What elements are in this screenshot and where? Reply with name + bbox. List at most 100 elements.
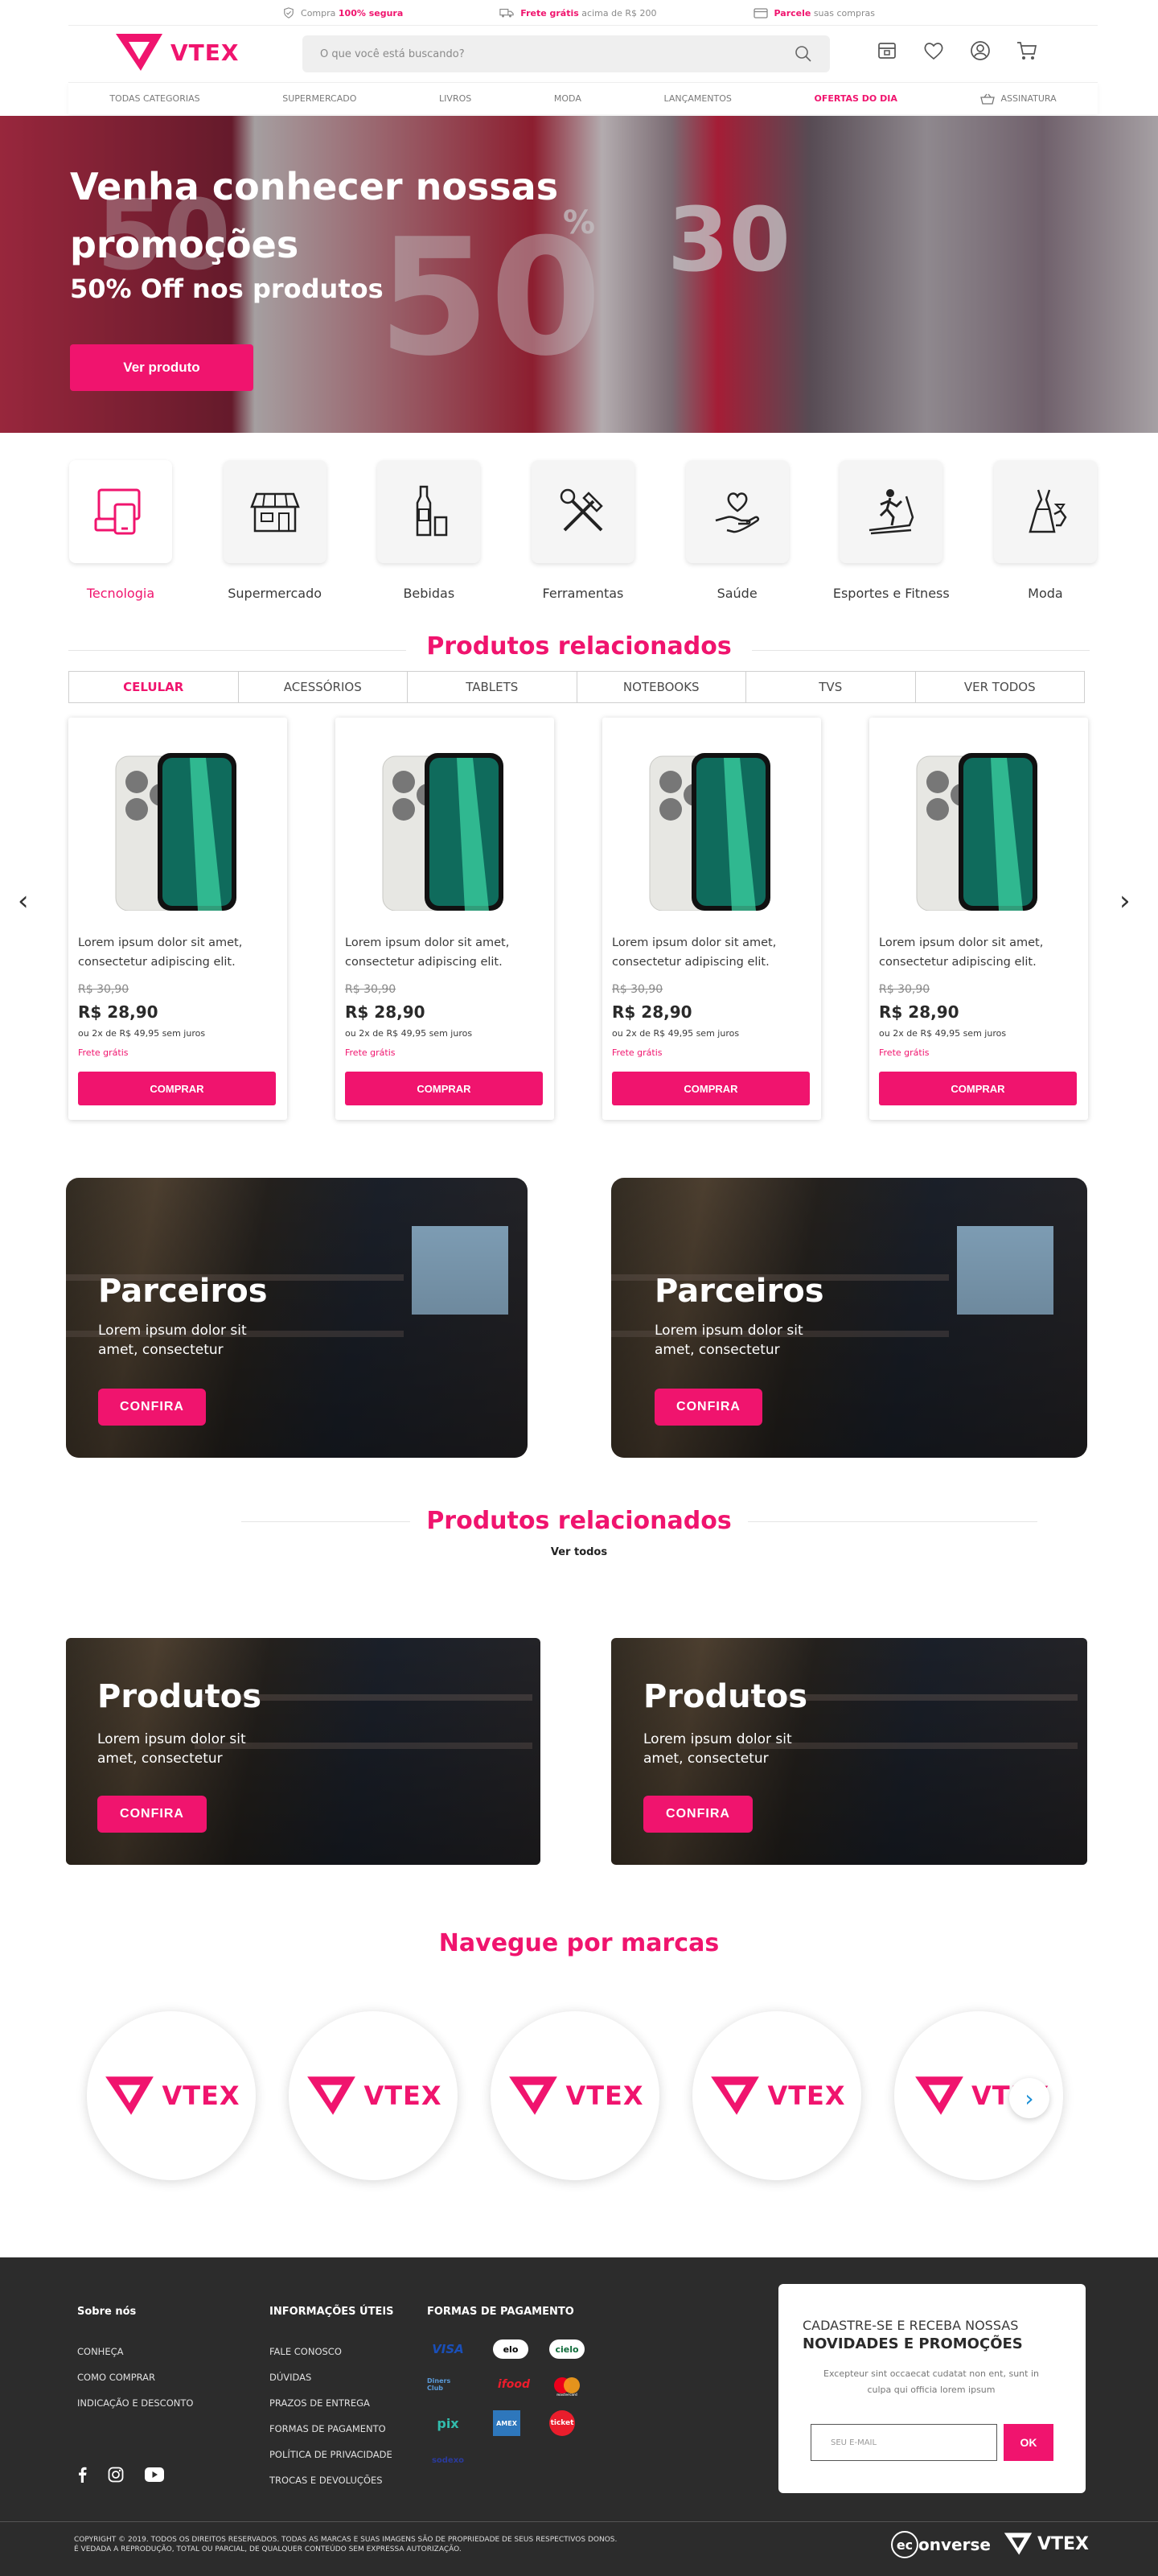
footer-link[interactable]: PRAZOS DE ENTREGA <box>269 2397 370 2409</box>
hero-cta-button[interactable]: Ver produto <box>70 344 253 391</box>
buy-button[interactable]: COMPRAR <box>78 1072 276 1105</box>
vtex-logo-icon <box>105 2076 154 2115</box>
category-sports-fitness[interactable]: Esportes e Fitness <box>833 460 950 601</box>
instagram-icon[interactable] <box>108 2467 124 2483</box>
email-input[interactable]: SEU E-MAIL <box>811 2424 997 2461</box>
product-shipping: Frete grátis <box>879 1047 930 1058</box>
nav-item-subscription[interactable]: ASSINATURA <box>979 93 1057 105</box>
footer-link[interactable]: DÚVIDAS <box>269 2372 311 2383</box>
brand-logo: VTEX <box>304 2073 441 2118</box>
vtex-logo-icon <box>1004 2533 1033 2555</box>
category-technology[interactable]: Tecnologia <box>68 460 173 601</box>
topbar-item-shipping: Frete grátis acima de R$ 200 <box>499 7 657 19</box>
footer-link[interactable]: FORMAS DE PAGAMENTO <box>269 2423 386 2434</box>
footer-heading: FORMAS DE PAGAMENTO <box>427 2306 574 2318</box>
nav-item-fashion[interactable]: MODA <box>554 93 581 104</box>
search-icon[interactable] <box>795 45 812 63</box>
products-banner[interactable]: Produtos Lorem ipsum dolor sit amet, con… <box>66 1638 540 1865</box>
user-icon[interactable] <box>968 39 992 63</box>
buy-button[interactable]: COMPRAR <box>345 1072 543 1105</box>
brand-item[interactable]: VTEX <box>692 2011 861 2180</box>
category-icon-box <box>377 460 481 563</box>
category-supermarket[interactable]: Supermercado <box>223 460 327 601</box>
footer-link[interactable]: POLÍTICA DE PRIVACIDADE <box>269 2449 392 2460</box>
tab-see-all[interactable]: VER TODOS <box>916 672 1085 702</box>
heart-icon[interactable] <box>922 39 946 63</box>
banner-cta-button[interactable]: CONFIRA <box>655 1389 762 1426</box>
newsletter-text: Excepteur sint occaecat cudatat non ent,… <box>823 2368 1039 2395</box>
topbar-item-secure: Compra 100% segura <box>283 7 403 19</box>
youtube-icon[interactable] <box>145 2467 164 2482</box>
brand-name: VTEX <box>162 2080 240 2111</box>
phone-image <box>382 753 503 911</box>
category-icon-box <box>685 460 789 563</box>
footer-link[interactable]: TROCAS E DEVOLUÇÕES <box>269 2475 383 2486</box>
newsletter-title: CADASTRE-SE E RECEBA NOSSAS <box>803 2318 1019 2333</box>
partner-banner[interactable]: Parceiros Lorem ipsum dolor sit amet, co… <box>66 1178 528 1458</box>
brands-next-arrow[interactable]: › <box>1009 2078 1049 2118</box>
products-banner[interactable]: Produtos Lorem ipsum dolor sit amet, con… <box>611 1638 1087 1865</box>
footer-link[interactable]: INDICAÇÃO E DESCONTO <box>77 2397 193 2409</box>
nav-item-launches[interactable]: LANÇAMENTOS <box>664 93 732 104</box>
topbar-text: acima de R$ 200 <box>578 7 657 19</box>
banner-text: Lorem ipsum dolor sit amet, consectetur <box>98 1323 247 1358</box>
category-label: Tecnologia <box>86 586 155 601</box>
facebook-icon[interactable] <box>77 2467 87 2483</box>
footer-link[interactable]: COMO COMPRAR <box>77 2372 155 2383</box>
product-card[interactable]: Lorem ipsum dolor sit amet, consectetur … <box>602 718 821 1120</box>
devices-icon <box>94 488 141 535</box>
carousel-next-arrow[interactable]: › <box>1119 885 1131 917</box>
category-list: Tecnologia Supermercado Bebidas Ferramen… <box>68 460 1098 601</box>
carousel-prev-arrow[interactable]: ‹ <box>18 885 29 917</box>
footer-link[interactable]: CONHEÇA <box>77 2346 124 2357</box>
cart-icon[interactable] <box>1015 39 1039 63</box>
brand-item[interactable]: VTEX <box>491 2011 659 2180</box>
buy-button[interactable]: COMPRAR <box>879 1072 1077 1105</box>
tab-notebooks[interactable]: NOTEBOOKS <box>577 672 746 702</box>
brand-item[interactable]: VTEX <box>289 2011 458 2180</box>
category-icon-box <box>223 460 326 563</box>
brand-item[interactable]: VTEX <box>87 2011 256 2180</box>
elo-logo: elo <box>493 2339 528 2359</box>
search-bar[interactable]: O que você está buscando? <box>302 35 830 72</box>
nav-item-daily-offers[interactable]: OFERTAS DO DIA <box>815 93 897 104</box>
vtex-logo-icon <box>307 2076 356 2115</box>
banner-cta-button[interactable]: CONFIRA <box>97 1796 207 1833</box>
category-icon-box <box>840 460 943 563</box>
econverse-logo-text: onverse <box>918 2535 991 2554</box>
product-card[interactable]: Lorem ipsum dolor sit amet, consectetur … <box>68 718 287 1120</box>
brand-name: VTEX <box>767 2080 846 2111</box>
tab-accessories[interactable]: ACESSÓRIOS <box>239 672 408 702</box>
banner-text: Lorem ipsum dolor sit amet, consectetur <box>643 1731 792 1767</box>
tab-tvs[interactable]: TVS <box>746 672 916 702</box>
category-fashion[interactable]: Moda <box>993 460 1098 601</box>
product-old-price: R$ 30,90 <box>879 983 930 996</box>
category-label: Saúde <box>717 586 758 601</box>
product-card[interactable]: Lorem ipsum dolor sit amet, consectetur … <box>869 718 1088 1120</box>
phone-image <box>916 753 1037 911</box>
newsletter-submit-button[interactable]: OK <box>1004 2424 1053 2461</box>
product-card[interactable]: Lorem ipsum dolor sit amet, consectetur … <box>335 718 554 1120</box>
buy-button[interactable]: COMPRAR <box>612 1072 810 1105</box>
basket-icon <box>979 93 995 105</box>
banner-cta-button[interactable]: CONFIRA <box>643 1796 753 1833</box>
product-installments: ou 2x de R$ 49,95 sem juros <box>345 1028 473 1039</box>
category-health[interactable]: Saúde <box>685 460 790 601</box>
site-logo[interactable]: VTEX <box>113 31 239 74</box>
nav-item-all-categories[interactable]: TODAS CATEGORIAS <box>109 93 199 104</box>
see-all-link[interactable]: Ver todos <box>0 1546 1158 1558</box>
phone-image <box>649 753 770 911</box>
nav-item-supermarket[interactable]: SUPERMERCADO <box>282 93 356 104</box>
nav-item-books[interactable]: LIVROS <box>439 93 471 104</box>
banner-cta-button[interactable]: CONFIRA <box>98 1389 206 1426</box>
search-input[interactable]: O que você está buscando? <box>320 48 465 60</box>
category-drinks[interactable]: Bebidas <box>376 460 481 601</box>
footer-link[interactable]: FALE CONOSCO <box>269 2346 342 2357</box>
store-icon <box>249 492 300 533</box>
tab-mobile[interactable]: CELULAR <box>69 672 239 702</box>
social-links <box>77 2467 164 2483</box>
partner-banner[interactable]: Parceiros Lorem ipsum dolor sit amet, co… <box>611 1178 1087 1458</box>
category-tools[interactable]: Ferramentas <box>531 460 635 601</box>
store-locator-icon[interactable] <box>875 39 899 63</box>
tab-tablets[interactable]: TABLETS <box>408 672 577 702</box>
